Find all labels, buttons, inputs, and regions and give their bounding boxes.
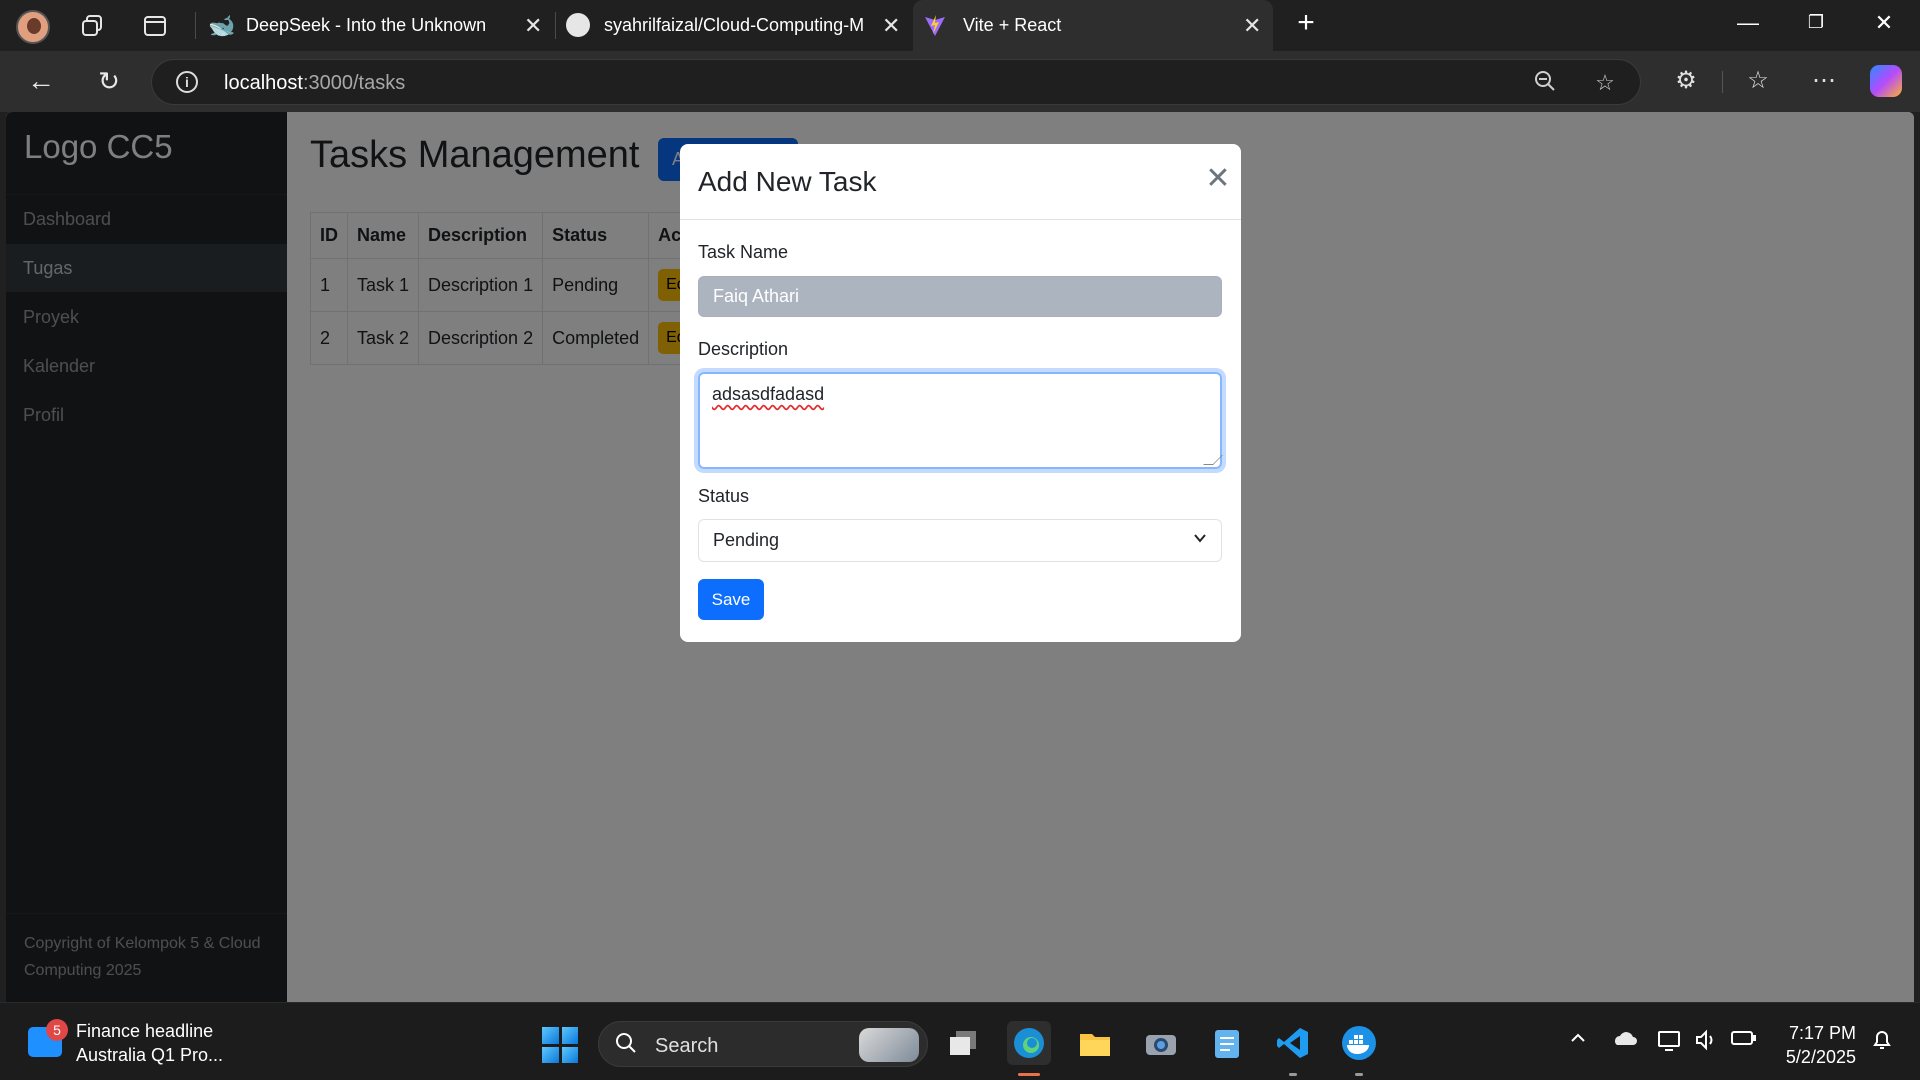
profile-avatar[interactable] [16, 10, 50, 44]
search-label: Search [655, 1035, 719, 1057]
tab-close-icon[interactable]: ✕ [1243, 13, 1261, 39]
onedrive-cloud-icon[interactable] [1610, 1029, 1638, 1053]
extensions-icon[interactable]: ⚙ [1670, 65, 1702, 97]
tab-separator [555, 12, 556, 39]
vscode-icon[interactable] [1271, 1021, 1315, 1065]
modal-title: Add New Task [698, 166, 877, 197]
battery-icon[interactable] [1730, 1029, 1758, 1052]
active-app-indicator [1018, 1073, 1040, 1076]
network-icon[interactable] [1656, 1029, 1684, 1059]
web-page: Logo CC5 Dashboard Tugas Proyek Kalender… [6, 112, 1914, 1002]
browser-tab-bar: 🐋 DeepSeek - Into the Unknown ✕ syahrilf… [0, 0, 1920, 51]
url-host: localhost [224, 72, 303, 94]
github-icon [566, 13, 590, 37]
vertical-tabs-icon[interactable] [140, 11, 170, 41]
task-view-icon[interactable] [941, 1021, 985, 1065]
restore-button[interactable]: ❐ [1796, 12, 1836, 42]
status-label: Status [698, 486, 750, 506]
chevron-down-icon [1193, 520, 1207, 561]
site-info-icon[interactable]: i [176, 71, 198, 93]
search-highlight-image [859, 1028, 919, 1062]
address-bar-row: ← ↻ i localhost:3000/tasks ☆ ⚙ ☆ ⋯ [0, 51, 1920, 112]
running-app-indicator [1289, 1073, 1297, 1076]
system-clock[interactable]: 7:17 PM 5/2/2025 [1770, 1021, 1856, 1069]
news-subtitle[interactable]: Australia Q1 Pro... [76, 1045, 223, 1066]
status-selected-value: Pending [713, 530, 780, 550]
description-textarea[interactable]: adsasdfadasd [698, 372, 1223, 469]
running-app-indicator [1355, 1073, 1363, 1076]
tab-close-icon[interactable]: ✕ [882, 13, 900, 39]
volume-icon[interactable] [1692, 1029, 1720, 1057]
docker-icon[interactable] [1337, 1021, 1381, 1065]
url-bar[interactable]: i localhost:3000/tasks ☆ [151, 59, 1641, 105]
chevron-up-icon[interactable] [1564, 1029, 1592, 1053]
windows-start-icon[interactable] [542, 1027, 578, 1063]
notification-center-icon[interactable] [1868, 1029, 1896, 1057]
minimize-button[interactable]: — [1728, 10, 1768, 40]
tab-close-icon[interactable]: ✕ [524, 13, 542, 39]
back-button[interactable]: ← [24, 64, 58, 98]
task-name-label: Task Name [698, 242, 789, 262]
vite-icon [925, 15, 945, 36]
url-path: :3000/tasks [302, 72, 406, 94]
favorites-icon[interactable]: ☆ [1742, 65, 1774, 97]
tab-title: Vite + React [963, 15, 1062, 35]
clock-time: 7:17 PM [1788, 1023, 1856, 1043]
tab-title: DeepSeek - Into the Unknown [246, 15, 487, 35]
more-menu-icon[interactable]: ⋯ [1808, 65, 1840, 97]
news-title[interactable]: Finance headline [76, 1021, 213, 1042]
edge-browser-icon[interactable] [1007, 1021, 1051, 1065]
tab-vite-react[interactable]: Vite + React ✕ [913, 0, 1273, 51]
clock-date: 5/2/2025 [1785, 1047, 1856, 1067]
refresh-button[interactable]: ↻ [92, 64, 126, 98]
modal-header: Add New Task ✕ [680, 144, 1241, 220]
tab-deepseek[interactable]: 🐋 DeepSeek - Into the Unknown ✕ [200, 0, 552, 51]
taskbar-search[interactable]: Search [598, 1021, 928, 1067]
new-tab-button[interactable]: + [1286, 6, 1326, 39]
url-text[interactable]: localhost:3000/tasks [224, 72, 405, 95]
file-explorer-icon[interactable] [1073, 1021, 1117, 1065]
favorite-star-icon[interactable]: ☆ [1592, 70, 1618, 96]
workspaces-icon[interactable] [78, 11, 108, 41]
notification-badge: 5 [46, 1019, 68, 1041]
close-window-button[interactable]: ✕ [1864, 10, 1904, 40]
tab-separator [195, 12, 196, 39]
tab-github[interactable]: syahrilfaizal/Cloud-Computing-M ✕ [558, 0, 910, 51]
zoom-out-icon[interactable] [1532, 70, 1558, 96]
notepad-icon[interactable] [1205, 1021, 1249, 1065]
status-select[interactable]: Pending [698, 519, 1222, 562]
close-icon[interactable]: ✕ [1203, 164, 1233, 194]
add-task-modal: Add New Task ✕ Task Name Faiq Athari Des… [680, 144, 1241, 642]
description-text: adsasdfadasd [712, 384, 825, 404]
resize-handle[interactable] [1203, 455, 1223, 465]
tab-title: syahrilfaizal/Cloud-Computing-M [604, 15, 865, 35]
save-button[interactable]: Save [698, 579, 764, 620]
task-name-field[interactable]: Faiq Athari [698, 276, 1222, 317]
deepseek-whale-icon: 🐋 [208, 13, 236, 38]
search-icon [615, 1032, 637, 1060]
copilot-icon[interactable] [1870, 65, 1902, 97]
toolbar-divider [1722, 71, 1723, 93]
windows-taskbar: 5 Finance headline Australia Q1 Pro... S… [0, 1002, 1920, 1080]
description-label: Description [698, 339, 789, 359]
camera-icon[interactable] [1139, 1021, 1183, 1065]
